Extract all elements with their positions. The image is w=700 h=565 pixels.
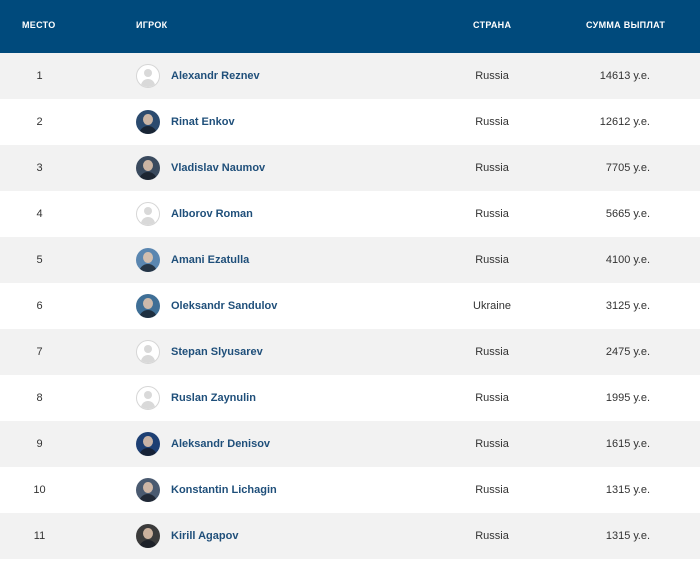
country-cell: Ukraine (473, 300, 511, 312)
place-cell: 10 (33, 484, 46, 496)
place-cell: 1 (36, 70, 43, 82)
player-cell[interactable]: Vladislav Naumov (136, 145, 265, 191)
player-cell[interactable]: Amani Ezatulla (136, 237, 249, 283)
place-cell: 11 (33, 530, 46, 542)
column-header-country[interactable]: СТРАНА (473, 20, 511, 30)
payout-cell: 12612 у.е. (599, 116, 650, 128)
player-name-link[interactable]: Konstantin Lichagin (171, 484, 277, 496)
place-cell: 4 (36, 208, 43, 220)
placeholder-avatar-icon (136, 386, 160, 410)
player-cell[interactable]: Konstantin Lichagin (136, 467, 277, 513)
player-avatar (136, 432, 160, 456)
country-cell: Russia (475, 162, 509, 174)
payout-cell: 3125 у.е. (605, 300, 650, 312)
player-name-link[interactable]: Oleksandr Sandulov (171, 300, 277, 312)
place-cell: 8 (36, 392, 43, 404)
country-cell: Russia (475, 70, 509, 82)
player-cell[interactable]: Stepan Slyusarev (136, 329, 263, 375)
table-row[interactable]: 4 Alborov Roman Russia 5665 у.е. (0, 191, 700, 237)
table-row[interactable]: 9 Aleksandr Denisov Russia 1615 у.е. (0, 421, 700, 467)
player-cell[interactable]: Ruslan Zaynulin (136, 375, 256, 421)
payout-cell: 1315 у.е. (605, 484, 650, 496)
place-cell: 7 (36, 346, 43, 358)
column-header-payout[interactable]: СУММА ВЫПЛАТ (586, 20, 665, 30)
country-cell: Russia (475, 392, 509, 404)
player-avatar (136, 156, 160, 180)
player-name-link[interactable]: Vladislav Naumov (171, 162, 265, 174)
player-avatar (136, 524, 160, 548)
table-row[interactable]: 11 Kirill Agapov Russia 1315 у.е. (0, 513, 700, 559)
placeholder-avatar-icon (136, 340, 160, 364)
player-name-link[interactable]: Alborov Roman (171, 208, 253, 220)
player-avatar (136, 294, 160, 318)
placeholder-avatar-icon (136, 202, 160, 226)
payout-cell: 2475 у.е. (605, 346, 650, 358)
place-cell: 3 (36, 162, 43, 174)
country-cell: Russia (475, 530, 509, 542)
place-cell: 6 (36, 300, 43, 312)
player-avatar (136, 478, 160, 502)
player-name-link[interactable]: Aleksandr Denisov (171, 438, 270, 450)
place-cell: 5 (36, 254, 43, 266)
column-header-place[interactable]: МЕСТО (22, 20, 56, 30)
table-row[interactable]: 2 Rinat Enkov Russia 12612 у.е. (0, 99, 700, 145)
payout-cell: 1615 у.е. (605, 438, 650, 450)
country-cell: Russia (475, 484, 509, 496)
player-cell[interactable]: Alborov Roman (136, 191, 253, 237)
player-name-link[interactable]: Ruslan Zaynulin (171, 392, 256, 404)
player-avatar (136, 248, 160, 272)
payout-cell: 1995 у.е. (605, 392, 650, 404)
table-row[interactable]: 3 Vladislav Naumov Russia 7705 у.е. (0, 145, 700, 191)
country-cell: Russia (475, 438, 509, 450)
player-cell[interactable]: Aleksandr Denisov (136, 421, 270, 467)
country-cell: Russia (475, 346, 509, 358)
player-name-link[interactable]: Alexandr Reznev (171, 70, 260, 82)
player-cell[interactable]: Rinat Enkov (136, 99, 235, 145)
payout-cell: 1315 у.е. (605, 530, 650, 542)
player-cell[interactable]: Oleksandr Sandulov (136, 283, 277, 329)
table-row[interactable]: 8 Ruslan Zaynulin Russia 1995 у.е. (0, 375, 700, 421)
player-name-link[interactable]: Kirill Agapov (171, 530, 238, 542)
table-row[interactable]: 10 Konstantin Lichagin Russia 1315 у.е. (0, 467, 700, 513)
place-cell: 9 (36, 438, 43, 450)
column-header-player[interactable]: ИГРОК (136, 20, 167, 30)
leaderboard-table: МЕСТО ИГРОК СТРАНА СУММА ВЫПЛАТ 1 Alexand… (0, 0, 700, 559)
player-cell[interactable]: Alexandr Reznev (136, 53, 260, 99)
placeholder-avatar-icon (136, 64, 160, 88)
player-name-link[interactable]: Stepan Slyusarev (171, 346, 263, 358)
country-cell: Russia (475, 208, 509, 220)
country-cell: Russia (475, 116, 509, 128)
table-header: МЕСТО ИГРОК СТРАНА СУММА ВЫПЛАТ (0, 0, 700, 53)
payout-cell: 7705 у.е. (605, 162, 650, 174)
table-row[interactable]: 7 Stepan Slyusarev Russia 2475 у.е. (0, 329, 700, 375)
player-name-link[interactable]: Amani Ezatulla (171, 254, 249, 266)
country-cell: Russia (475, 254, 509, 266)
payout-cell: 14613 у.е. (599, 70, 650, 82)
table-row[interactable]: 5 Amani Ezatulla Russia 4100 у.е. (0, 237, 700, 283)
payout-cell: 5665 у.е. (605, 208, 650, 220)
table-body: 1 Alexandr Reznev Russia 14613 у.е. 2 Rinat E… (0, 53, 700, 559)
player-avatar (136, 110, 160, 134)
place-cell: 2 (36, 116, 43, 128)
payout-cell: 4100 у.е. (605, 254, 650, 266)
player-name-link[interactable]: Rinat Enkov (171, 116, 235, 128)
table-row[interactable]: 6 Oleksandr Sandulov Ukraine 3125 у.е. (0, 283, 700, 329)
player-cell[interactable]: Kirill Agapov (136, 513, 238, 559)
table-row[interactable]: 1 Alexandr Reznev Russia 14613 у.е. (0, 53, 700, 99)
